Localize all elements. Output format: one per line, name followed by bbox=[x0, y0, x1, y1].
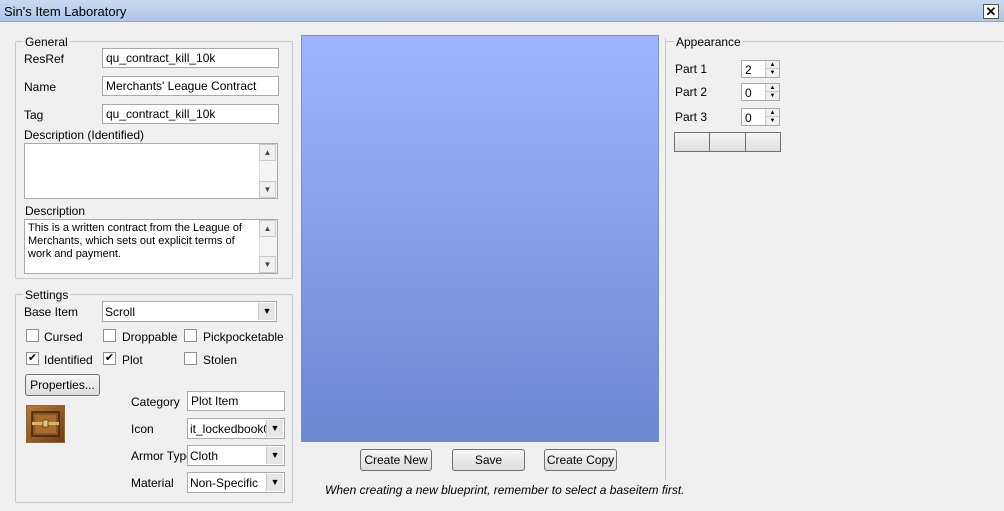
base-item-select[interactable]: Scroll ▼ bbox=[102, 301, 277, 322]
create-copy-button[interactable]: Create Copy bbox=[544, 449, 617, 471]
scroll-up-icon[interactable]: ▲ bbox=[259, 144, 276, 161]
part-1-spin-buttons[interactable]: ▲ ▼ bbox=[765, 61, 779, 77]
part-2-spinner[interactable]: 0 ▲ ▼ bbox=[741, 83, 780, 101]
droppable-checkbox[interactable] bbox=[103, 329, 116, 342]
description-label: Description bbox=[25, 204, 86, 218]
spin-up-icon[interactable]: ▲ bbox=[766, 84, 779, 92]
spin-down-icon[interactable]: ▼ bbox=[766, 92, 779, 100]
chevron-down-icon[interactable]: ▼ bbox=[258, 303, 275, 320]
name-field[interactable]: Merchants' League Contract bbox=[102, 76, 279, 96]
item-preview-viewport[interactable] bbox=[301, 35, 659, 442]
category-label: Category bbox=[131, 395, 180, 409]
color-button-2[interactable] bbox=[709, 132, 746, 152]
tag-label: Tag bbox=[24, 108, 44, 122]
create-new-button[interactable]: Create New bbox=[360, 449, 432, 471]
chevron-down-icon[interactable]: ▼ bbox=[266, 474, 283, 491]
base-item-value: Scroll bbox=[105, 305, 136, 319]
description-text: This is a written contract from the Leag… bbox=[28, 222, 242, 260]
stolen-label: Stolen bbox=[203, 353, 238, 367]
identified-label: Identified bbox=[44, 353, 93, 367]
category-field[interactable]: Plot Item bbox=[187, 391, 285, 411]
material-select[interactable]: Non-Specific ▼ bbox=[187, 472, 285, 493]
settings-group-title: Settings bbox=[23, 288, 71, 302]
part-3-label: Part 3 bbox=[675, 110, 708, 124]
close-button[interactable]: ✕ bbox=[983, 4, 999, 19]
base-item-label: Base Item bbox=[24, 305, 79, 319]
icon-select[interactable]: it_lockedbook01 ▼ bbox=[187, 418, 285, 439]
part-2-label: Part 2 bbox=[675, 85, 708, 99]
spin-down-icon[interactable]: ▼ bbox=[766, 117, 779, 125]
material-value: Non-Specific bbox=[190, 476, 259, 490]
droppable-label: Droppable bbox=[122, 330, 178, 344]
general-group-title: General bbox=[23, 35, 70, 49]
pickpocketable-label: Pickpocketable bbox=[203, 330, 284, 344]
spin-up-icon[interactable]: ▲ bbox=[766, 61, 779, 69]
armor-type-value: Cloth bbox=[190, 449, 219, 463]
panel-divider bbox=[665, 38, 666, 480]
hint-text: When creating a new blueprint, remember … bbox=[325, 483, 685, 497]
material-label: Material bbox=[131, 476, 174, 490]
chevron-down-icon[interactable]: ▼ bbox=[266, 420, 283, 437]
part-1-label: Part 1 bbox=[675, 62, 708, 76]
color-button-1[interactable] bbox=[674, 132, 710, 152]
color-button-3[interactable] bbox=[745, 132, 781, 152]
cursed-label: Cursed bbox=[44, 330, 83, 344]
armor-type-select[interactable]: Cloth ▼ bbox=[187, 445, 285, 466]
part-2-value: 0 bbox=[745, 86, 752, 100]
save-button[interactable]: Save bbox=[452, 449, 525, 471]
part-3-spin-buttons[interactable]: ▲ ▼ bbox=[765, 109, 779, 125]
chevron-down-icon[interactable]: ▼ bbox=[266, 447, 283, 464]
properties-button[interactable]: Properties... bbox=[25, 374, 100, 396]
part-3-value: 0 bbox=[745, 111, 752, 125]
window-title: Sin's Item Laboratory bbox=[4, 4, 127, 19]
plot-label: Plot bbox=[122, 353, 143, 367]
icon-label: Icon bbox=[131, 422, 154, 436]
spin-down-icon[interactable]: ▼ bbox=[766, 69, 779, 77]
item-icon-preview bbox=[26, 405, 65, 443]
cursed-checkbox[interactable] bbox=[26, 329, 39, 342]
scroll-up-icon[interactable]: ▲ bbox=[259, 220, 276, 237]
armor-type-label: Armor Type bbox=[131, 449, 193, 463]
resref-label: ResRef bbox=[24, 52, 65, 66]
title-bar bbox=[0, 0, 1004, 22]
spin-up-icon[interactable]: ▲ bbox=[766, 109, 779, 117]
scroll-down-icon[interactable]: ▼ bbox=[259, 256, 276, 273]
plot-checkbox[interactable]: ✔ bbox=[103, 352, 116, 365]
description-identified-field[interactable] bbox=[24, 143, 278, 199]
appearance-group-title: Appearance bbox=[674, 35, 743, 49]
description-field[interactable]: This is a written contract from the Leag… bbox=[24, 219, 278, 274]
tag-field[interactable]: qu_contract_kill_10k bbox=[102, 104, 279, 124]
scroll-down-icon[interactable]: ▼ bbox=[259, 181, 276, 198]
part-2-spin-buttons[interactable]: ▲ ▼ bbox=[765, 84, 779, 100]
stolen-checkbox[interactable] bbox=[184, 352, 197, 365]
name-label: Name bbox=[24, 80, 57, 94]
icon-value: it_lockedbook01 bbox=[190, 422, 266, 436]
pickpocketable-checkbox[interactable] bbox=[184, 329, 197, 342]
part-1-spinner[interactable]: 2 ▲ ▼ bbox=[741, 60, 780, 78]
resref-field[interactable]: qu_contract_kill_10k bbox=[102, 48, 279, 68]
identified-checkbox[interactable]: ✔ bbox=[26, 352, 39, 365]
part-1-value: 2 bbox=[745, 63, 752, 77]
locked-book-icon bbox=[31, 411, 60, 437]
description-identified-label: Description (Identified) bbox=[24, 128, 145, 142]
part-3-spinner[interactable]: 0 ▲ ▼ bbox=[741, 108, 780, 126]
